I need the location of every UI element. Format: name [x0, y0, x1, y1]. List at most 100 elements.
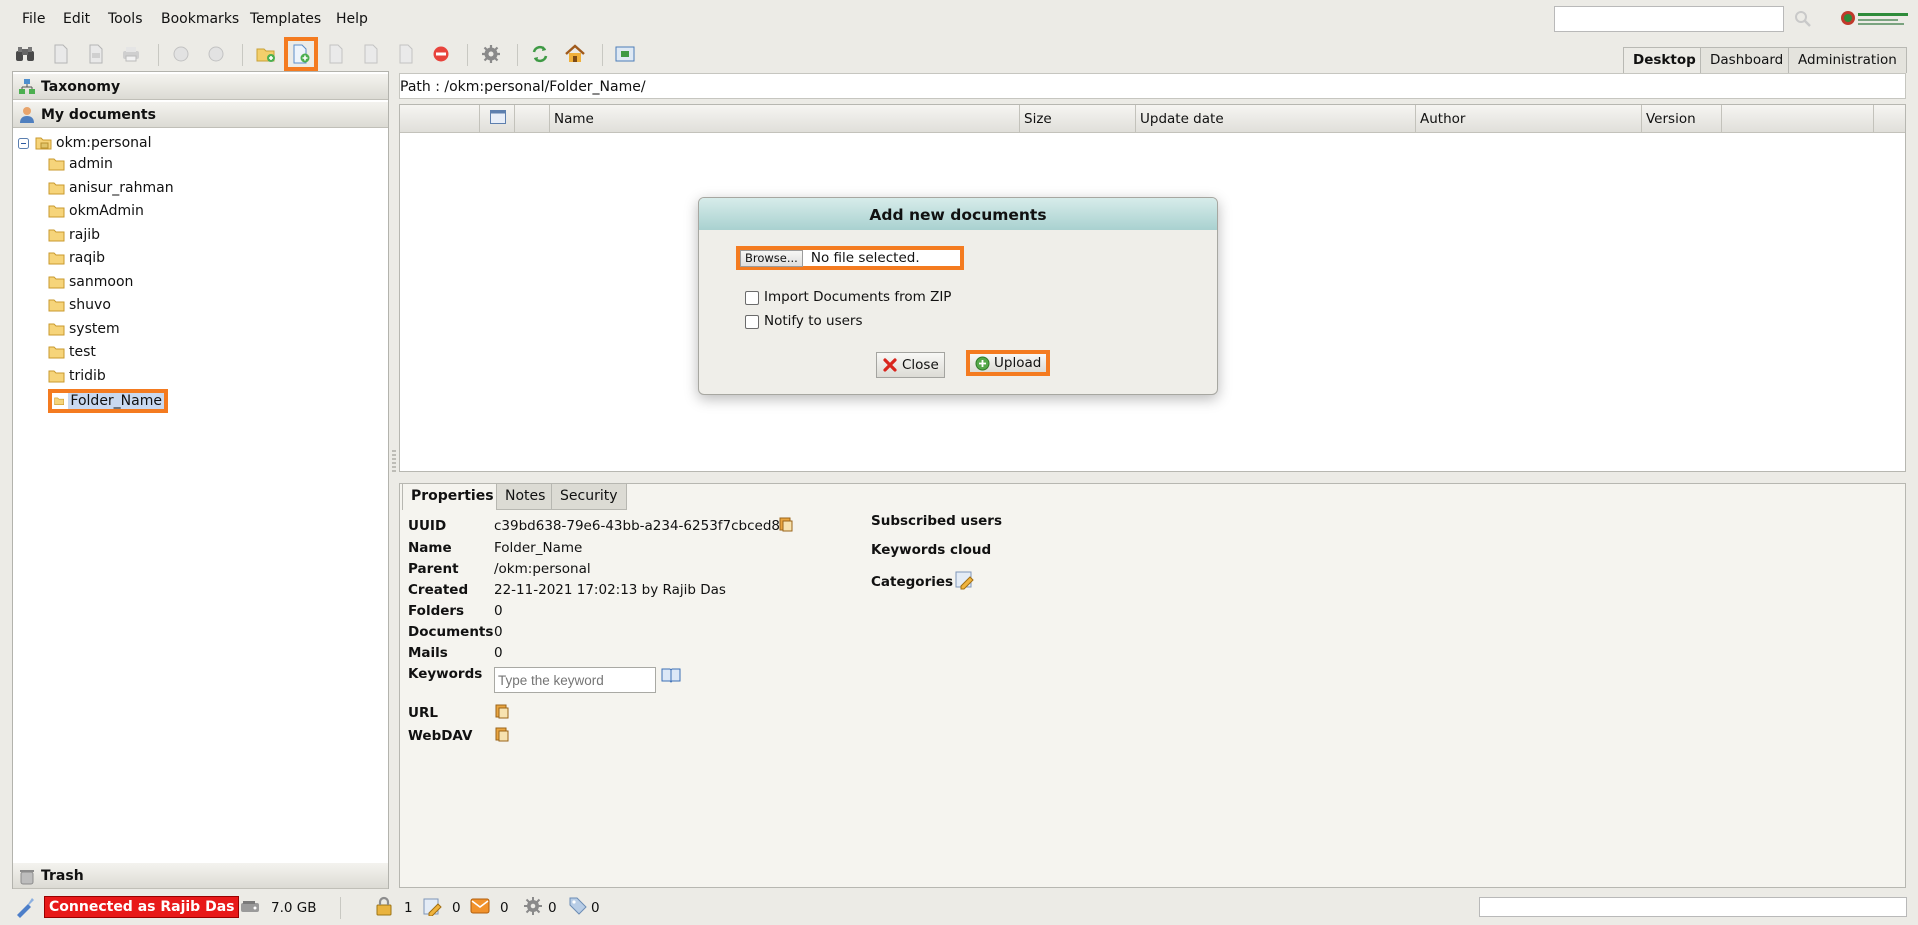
tree-root-label: okm:personal [56, 135, 152, 151]
tab-properties[interactable]: Properties [402, 484, 503, 510]
tab-dashboard[interactable]: Dashboard [1700, 47, 1794, 73]
categories-label: Categories [871, 574, 954, 590]
folder-icon [48, 252, 65, 265]
column-size[interactable]: Size [1020, 105, 1136, 132]
tree-item-rajib[interactable]: rajib [48, 225, 100, 245]
global-search-input[interactable] [1554, 6, 1784, 32]
tree-item-system[interactable]: system [48, 319, 120, 339]
copy-webdav-icon[interactable] [494, 726, 510, 746]
tab-security[interactable]: Security [551, 484, 627, 510]
close-label: Close [902, 357, 939, 373]
checkout-icon[interactable] [422, 896, 442, 920]
toolbar-separator [602, 44, 603, 66]
tab-administration[interactable]: Administration [1788, 47, 1907, 73]
workflow-gear-icon[interactable] [523, 896, 543, 920]
column-extra [1722, 105, 1874, 132]
import-zip-checkbox[interactable] [745, 291, 759, 305]
tab-notes[interactable]: Notes [496, 484, 555, 510]
edit-categories-icon[interactable] [955, 570, 975, 594]
my-documents-header[interactable]: My documents [13, 102, 388, 128]
upload-button[interactable]: Upload [966, 350, 1051, 376]
mail-icon[interactable] [470, 896, 490, 920]
horizontal-splitter[interactable] [1124, 476, 1182, 487]
file-chooser[interactable]: Browse... No file selected. [736, 246, 964, 270]
copy-uuid-icon[interactable] [778, 516, 794, 536]
search-icon[interactable] [1792, 8, 1814, 30]
tree-item-okmadmin[interactable]: okmAdmin [48, 201, 144, 221]
close-button[interactable]: Close [876, 352, 945, 378]
tag-count: 0 [591, 900, 600, 916]
vertical-splitter[interactable] [392, 450, 396, 474]
collapse-icon[interactable] [18, 137, 29, 149]
tab-desktop[interactable]: Desktop [1623, 47, 1706, 73]
column-status[interactable] [400, 105, 480, 132]
column-update-date[interactable]: Update date [1136, 105, 1416, 132]
tree-root[interactable]: okm:personal [18, 133, 151, 153]
home-icon[interactable] [562, 41, 588, 67]
menu-edit[interactable]: Edit [63, 11, 90, 27]
locked-documents-icon[interactable] [374, 896, 394, 920]
tree-item-anisur-rahman[interactable]: anisur_rahman [48, 178, 174, 198]
tree-item-label: rajib [69, 227, 101, 243]
wizard-icon[interactable] [612, 41, 638, 67]
gear-icon[interactable] [478, 41, 504, 67]
tree-item-label: Folder_Name [68, 393, 164, 409]
column-name[interactable]: Name [550, 105, 1020, 132]
tag-icon[interactable] [568, 896, 588, 920]
menu-file[interactable]: File [22, 11, 45, 27]
column-select[interactable] [480, 105, 515, 132]
copy-url-icon[interactable] [494, 703, 510, 723]
menu-help[interactable]: Help [336, 11, 368, 27]
brand-logo [1840, 6, 1912, 30]
trash-icon [18, 867, 36, 885]
name-value: Folder_Name [494, 540, 583, 556]
navigator-panel: Taxonomy My documents okm:personal admin… [12, 71, 389, 889]
add-folder-icon[interactable] [253, 41, 279, 67]
tree-item-raqib[interactable]: raqib [48, 248, 105, 268]
tree-item-shuvo[interactable]: shuvo [48, 295, 111, 315]
column-author[interactable]: Author [1416, 105, 1642, 132]
unlock-icon[interactable] [203, 41, 229, 67]
folder-icon [48, 205, 65, 218]
browse-button[interactable]: Browse... [740, 249, 803, 267]
tree-item-test[interactable]: test [48, 342, 96, 362]
menu-templates[interactable]: Templates [250, 11, 321, 27]
print-icon[interactable] [118, 41, 144, 67]
menu-tools[interactable]: Tools [108, 11, 143, 27]
documents-label: Documents [408, 624, 494, 640]
tree-item-tridib[interactable]: tridib [48, 366, 106, 386]
tree-item-admin[interactable]: admin [48, 154, 113, 174]
download-pdf-icon[interactable] [83, 41, 109, 67]
import-zip-label: Import Documents from ZIP [764, 289, 952, 305]
tree-item-sanmoon[interactable]: sanmoon [48, 272, 133, 292]
column-version[interactable]: Version [1642, 105, 1722, 132]
edit-document-icon[interactable] [323, 41, 349, 67]
cancel-checkout-icon[interactable] [393, 41, 419, 67]
workflow-count: 0 [548, 900, 557, 916]
url-label: URL [408, 705, 438, 721]
parent-value: /okm:personal [494, 561, 591, 577]
keyword-input[interactable] [494, 667, 656, 693]
mails-label: Mails [408, 645, 448, 661]
column-type[interactable] [515, 105, 550, 132]
checkin-icon[interactable] [358, 41, 384, 67]
notify-users-checkbox[interactable] [745, 315, 759, 329]
lock-icon[interactable] [168, 41, 194, 67]
status-bar-input[interactable] [1479, 897, 1907, 917]
upload-label: Upload [994, 355, 1042, 371]
toolbar-separator [158, 44, 159, 66]
tree-item-folder-name[interactable]: Folder_Name [48, 389, 168, 413]
open-document-icon[interactable] [48, 41, 74, 67]
menu-bookmarks[interactable]: Bookmarks [161, 11, 239, 27]
taxonomy-header[interactable]: Taxonomy [13, 74, 388, 100]
taxonomy-icon [18, 78, 36, 96]
folders-value: 0 [494, 603, 503, 619]
trash-header[interactable]: Trash [13, 863, 388, 889]
add-document-button[interactable] [284, 37, 318, 71]
delete-icon[interactable] [428, 41, 454, 67]
binoculars-icon[interactable] [12, 41, 38, 67]
folder-icon [54, 397, 65, 405]
thesaurus-icon[interactable] [661, 667, 681, 687]
refresh-icon[interactable] [527, 41, 553, 67]
trash-label: Trash [41, 868, 84, 884]
